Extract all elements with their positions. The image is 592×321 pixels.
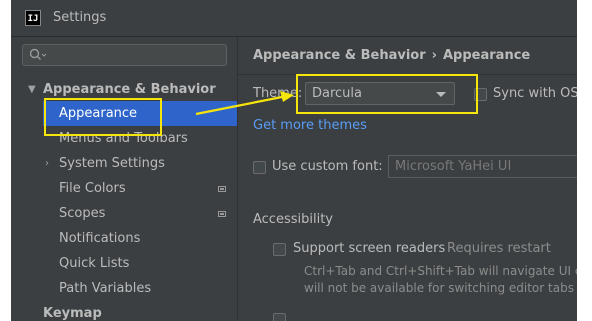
annotation-arrow <box>195 91 294 116</box>
